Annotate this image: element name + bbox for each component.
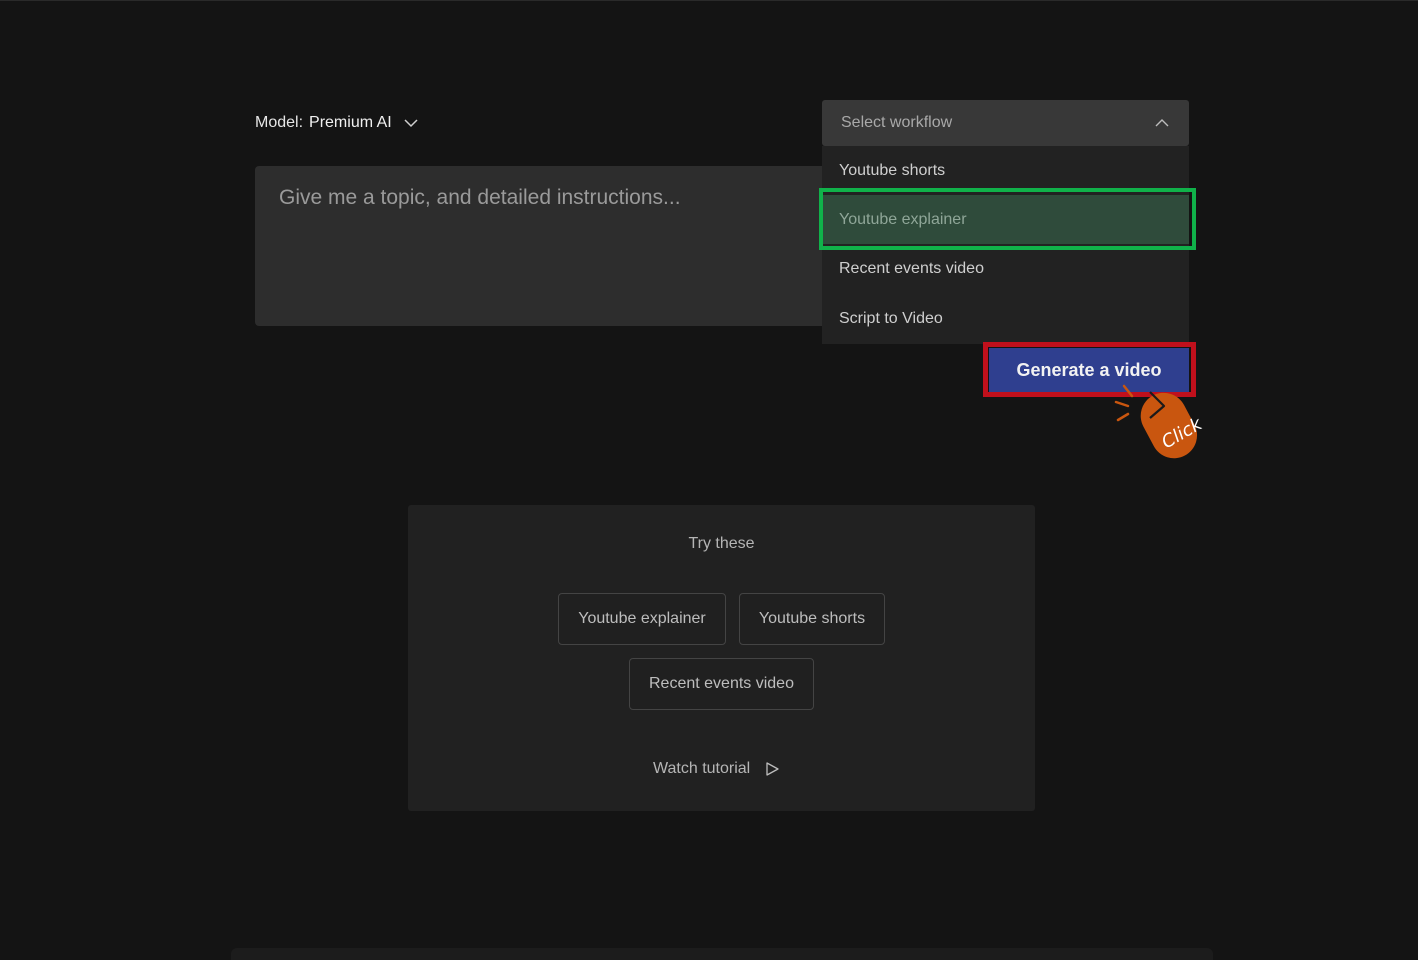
workflow-dropdown-menu: Youtube shorts Youtube explainer Recent … bbox=[822, 146, 1189, 344]
chevron-up-icon bbox=[1155, 119, 1169, 127]
model-value: Premium AI bbox=[309, 114, 392, 131]
play-icon bbox=[766, 762, 779, 776]
workflow-option-recent-events-video[interactable]: Recent events video bbox=[822, 244, 1189, 293]
watch-tutorial-link[interactable]: Watch tutorial bbox=[653, 757, 780, 781]
top-border bbox=[0, 0, 1418, 1]
workflow-option-label: Youtube explainer bbox=[839, 210, 967, 228]
workflow-option-youtube-shorts[interactable]: Youtube shorts bbox=[822, 146, 1189, 195]
workflow-option-label: Recent events video bbox=[839, 259, 984, 277]
watch-tutorial-label: Watch tutorial bbox=[653, 760, 751, 777]
suggestion-chip-recent-events-video[interactable]: Recent events video bbox=[629, 658, 814, 710]
chevron-down-icon bbox=[404, 119, 418, 128]
workflow-option-label: Script to Video bbox=[839, 309, 943, 327]
suggestion-chip-youtube-shorts[interactable]: Youtube shorts bbox=[739, 593, 885, 645]
try-these-title: Try these bbox=[688, 535, 755, 552]
try-these-card: Try these Youtube explainer Youtube shor… bbox=[408, 505, 1035, 811]
workflow-option-youtube-explainer[interactable]: Youtube explainer bbox=[822, 195, 1189, 244]
suggestion-chip-youtube-explainer[interactable]: Youtube explainer bbox=[558, 593, 726, 645]
bottom-panel-edge bbox=[231, 948, 1213, 960]
app-page: Model: Premium AI Select workflow Youtub… bbox=[0, 0, 1418, 960]
click-burst-lines bbox=[1114, 384, 1134, 422]
workflow-select-label: Select workflow bbox=[841, 114, 953, 131]
workflow-select[interactable]: Select workflow bbox=[822, 100, 1189, 146]
model-selector[interactable]: Model: Premium AI bbox=[255, 111, 420, 135]
workflow-option-label: Youtube shorts bbox=[839, 161, 946, 179]
workflow-option-script-to-video[interactable]: Script to Video bbox=[822, 294, 1189, 343]
model-label: Model: bbox=[255, 114, 304, 131]
click-cursor-icon: Click bbox=[1114, 384, 1207, 459]
